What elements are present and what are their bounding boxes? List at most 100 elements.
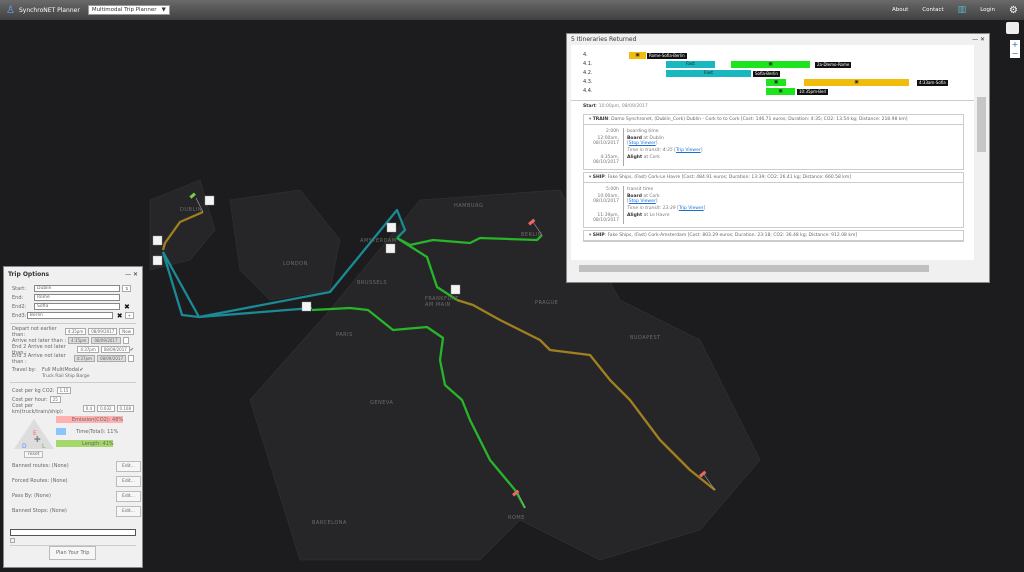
end2-arrive-time-input[interactable]: 4:37pm: [77, 346, 99, 353]
city-label: DUBLIN: [180, 207, 202, 213]
co2-cost-input[interactable]: 1.15: [56, 387, 72, 394]
remove-icon[interactable]: ✖: [124, 303, 130, 311]
zoom-in-button[interactable]: +: [1010, 40, 1020, 49]
train-bar[interactable]: ▣: [629, 52, 646, 59]
itin-id: 4.2.: [583, 70, 593, 76]
app-name: SynchroNET Planner: [18, 6, 80, 14]
tri-d: D: [22, 443, 27, 450]
banned-stops-label: Banned Stops: (None): [12, 508, 67, 514]
itin-label: 10:35pm-Berl: [797, 89, 829, 95]
swap-icon[interactable]: ⇅: [122, 285, 132, 292]
end2-arrive-date-input[interactable]: 08/09/2017: [100, 346, 130, 353]
about-link[interactable]: About: [892, 7, 908, 13]
board-time: 10:00am, 08/10/2017: [584, 193, 624, 205]
city-label: GENEVA: [370, 400, 394, 406]
pass-by-label: Pass By: (None): [12, 493, 51, 499]
wait-time: 2:00h: [584, 128, 624, 135]
itin-label: 2a-Dlemo-Rome: [815, 62, 852, 68]
ship-bar[interactable]: Fast: [666, 61, 715, 68]
segment-train: ▾ TRAIN: Damo Synchronet, (Dublin_Cork) …: [583, 114, 964, 170]
stop-viewer-link[interactable]: Stop Viewer: [629, 199, 656, 204]
rail-bar[interactable]: ▣: [731, 61, 810, 68]
panel-title: 5 Itineraries Returned: [571, 36, 637, 43]
checkbox[interactable]: [10, 538, 15, 543]
window-controls[interactable]: — ✕: [125, 271, 138, 278]
full-multimodal-checkbox[interactable]: Full MultiModal: [42, 367, 79, 373]
city-label: BERLIN: [521, 232, 543, 238]
city-label: BRUSSELS: [357, 280, 388, 286]
time-label: Time(Total): 11%: [76, 429, 119, 435]
segment-ship: ▾ SHIP: Fake Ships, (Fast) Cork-Le Havre…: [583, 172, 964, 228]
now-button[interactable]: Now: [119, 328, 134, 335]
trip-viewer-link[interactable]: Trip Viewer: [676, 148, 701, 153]
add-icon[interactable]: +: [124, 312, 134, 319]
itinerary-content: 4. ▣ Rome-Sofia-Berlin 4.1. Fast ▣ 2a-Dl…: [571, 45, 974, 260]
horizontal-scrollbar[interactable]: [571, 263, 974, 274]
itin-id: 4.: [583, 52, 588, 58]
mode-checkboxes[interactable]: Truck Rail Ship Barge: [42, 374, 142, 379]
km-cost-ship-input[interactable]: 0.108: [116, 405, 134, 412]
alight-time: 4:35am, 08/10/2017: [584, 154, 624, 166]
depart-time-input[interactable]: 4:35pm: [64, 328, 87, 335]
vertical-scrollbar[interactable]: [976, 45, 987, 260]
segment-header[interactable]: ▾ SHIP: Fake Ships, (Fast) Cork-Amsterda…: [584, 231, 963, 241]
rail-bar[interactable]: ▣: [766, 88, 795, 95]
arrive-date-input[interactable]: 08/09/2017: [91, 337, 121, 344]
remove-icon[interactable]: ✖: [117, 312, 123, 320]
rail-bar[interactable]: ▣: [766, 79, 786, 86]
wait-time: 5:00h: [584, 186, 624, 193]
end3-arrive-date-input[interactable]: 08/09/2017: [96, 355, 126, 362]
end-label: End:: [12, 294, 24, 301]
zoom-out-button[interactable]: −: [1010, 49, 1020, 58]
contact-link[interactable]: Contact: [922, 7, 943, 13]
end2-input[interactable]: Sofia: [34, 303, 120, 310]
ship-bar[interactable]: Fast: [666, 70, 751, 77]
trip-viewer-link[interactable]: Trip Viewer: [679, 206, 704, 211]
stop-viewer-link[interactable]: Stop Viewer: [629, 141, 656, 146]
km-cost-train-input[interactable]: 0.032: [97, 405, 115, 412]
plan-trip-button[interactable]: Plan Your Trip: [49, 546, 97, 560]
reset-button[interactable]: reset: [24, 451, 44, 458]
train-bar[interactable]: ▣: [804, 79, 909, 86]
alight-at: at Cork: [642, 155, 660, 160]
start-label: Start:: [12, 285, 26, 292]
window-controls[interactable]: — ✕: [972, 36, 985, 43]
segment-mode: TRAIN: [592, 117, 609, 122]
segment-header[interactable]: ▾ TRAIN: Damo Synchronet, (Dublin_Cork) …: [584, 115, 963, 125]
checkbox[interactable]: [128, 355, 134, 362]
segment-header[interactable]: ▾ SHIP: Fake Ships, (Fast) Cork-Le Havre…: [584, 173, 963, 183]
login-link[interactable]: Login: [980, 7, 995, 13]
segment-desc: : Fake Ships, (Fast) Cork-Le Havre [Cost…: [604, 175, 852, 180]
emission-label: Emission(CO2): 48%: [72, 417, 124, 423]
edit-pass-by-button[interactable]: Edit...: [116, 491, 142, 502]
start-input[interactable]: Dublin: [34, 285, 120, 292]
end2-label: End2:: [12, 303, 27, 310]
layers-button[interactable]: [1006, 22, 1019, 34]
end3-arrive-time-input[interactable]: 4:37pm: [73, 355, 95, 362]
checkbox[interactable]: [122, 337, 129, 344]
banned-routes-label: Banned routes: (None): [12, 463, 69, 469]
gear-icon[interactable]: ⚙: [1009, 5, 1018, 16]
crosshair-icon[interactable]: ✚: [34, 435, 41, 444]
edit-banned-stops-button[interactable]: Edit...: [116, 506, 142, 517]
board-time: 12:00am, 08/10/2017: [584, 135, 624, 147]
progress-bar: [10, 529, 136, 536]
gantt-chart: 4. ▣ Rome-Sofia-Berlin 4.1. Fast ▣ 2a-Dl…: [571, 45, 974, 101]
end3-input[interactable]: Berlin: [26, 312, 113, 319]
start-label: Start: [583, 104, 596, 109]
planner-select-value: Multimodal Trip Planner: [91, 7, 157, 13]
weight-triangle-widget[interactable]: E D L ✚ Emission(CO2): 48% Time(Total): …: [4, 413, 142, 458]
edit-banned-routes-button[interactable]: Edit...: [116, 461, 142, 472]
city-label: HAMBURG: [454, 203, 484, 209]
checkbox-checked[interactable]: ✔: [130, 347, 134, 353]
depart-date-input[interactable]: 08/09/2017: [88, 328, 118, 335]
planner-select[interactable]: Multimodal Trip Planner ▼: [87, 5, 170, 15]
map-icon[interactable]: ▥: [958, 5, 967, 15]
length-label: Length: 41%: [82, 441, 114, 447]
end-input[interactable]: Rome: [34, 294, 120, 301]
city-label: LONDON: [283, 261, 308, 267]
end3-arrive-label: End 3 Arrive not later than :: [12, 352, 66, 365]
co2-cost-label: Cost per kg CO2:: [12, 387, 55, 394]
edit-forced-routes-button[interactable]: Edit...: [116, 476, 142, 487]
km-cost-truck-input[interactable]: 0.4: [82, 405, 96, 412]
